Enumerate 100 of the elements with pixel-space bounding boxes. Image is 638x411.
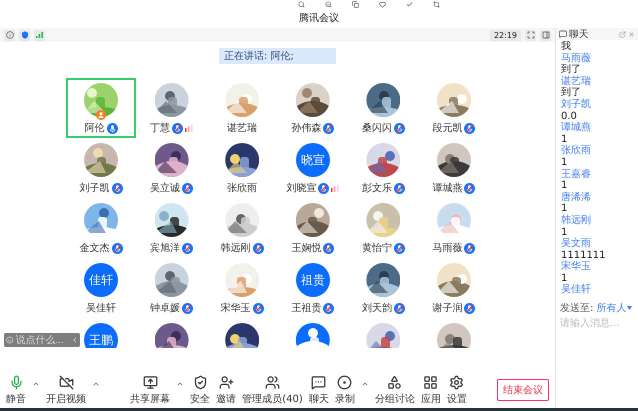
participant-tile[interactable]: 谢子润 <box>418 258 490 318</box>
participant-tile[interactable]: 宾旭洋 <box>136 198 207 258</box>
participant-name: 丁慧 <box>150 122 170 135</box>
shield-icon[interactable] <box>19 30 30 40</box>
participant-name: 刘天韵 <box>362 302 392 315</box>
participant-name: 孙伟森 <box>291 122 322 135</box>
caret-icon[interactable] <box>92 380 100 388</box>
participant-tile[interactable]: 谭城燕 <box>418 138 490 198</box>
heart-icon[interactable] <box>379 0 386 8</box>
participant-name: 刘子凯 <box>80 182 110 195</box>
participant-name: 谢子润 <box>432 302 462 315</box>
toolbar-button[interactable]: 管理成员(40) <box>242 374 303 406</box>
pop-out-icon[interactable] <box>619 30 626 38</box>
recipient-dropdown[interactable]: 所有人 <box>596 301 632 316</box>
toolbar-button[interactable]: 邀请 <box>216 374 236 406</box>
participant-name: 黄怡宁 <box>362 242 392 255</box>
toolbar-button[interactable]: 设置 <box>446 374 467 406</box>
crop-icon[interactable] <box>433 0 440 8</box>
participant-name: 金文杰 <box>80 242 110 255</box>
chat-message: 1 <box>561 134 568 145</box>
participant-tile[interactable]: 王娴悦 <box>278 198 348 258</box>
collapse-icon[interactable] <box>70 336 78 344</box>
avatar: 祖贵 <box>296 263 330 297</box>
caret-icon <box>627 306 632 310</box>
sender-name: 王嘉睿 <box>561 168 592 180</box>
participant-name: 刘晓宣 <box>286 182 316 195</box>
close-icon[interactable] <box>628 30 635 38</box>
chat-message: 1 <box>561 203 568 214</box>
signal-icon[interactable] <box>34 30 45 40</box>
chat-message: 0.0 <box>561 110 577 122</box>
participant-tile[interactable]: 马雨薇 <box>418 198 490 258</box>
toolbar-button[interactable]: 共享屏幕 <box>130 374 170 406</box>
participant-tile[interactable]: 佳轩 吴佳轩 <box>66 258 136 318</box>
participant-tile[interactable]: 丁慧 <box>136 78 207 138</box>
participant-name: 王娴悦 <box>291 242 322 255</box>
toolbar-button[interactable]: 分组讨论 <box>374 374 415 406</box>
sender-name: 马雨薇 <box>561 52 592 64</box>
end-meeting-button[interactable]: 结束会议 <box>497 379 549 401</box>
copy-icon[interactable] <box>352 0 359 8</box>
participant-tile[interactable]: 刘子凯 <box>66 138 136 198</box>
toolbar-button[interactable]: 安全 <box>190 374 210 406</box>
chat-message: 1 <box>561 180 568 192</box>
participant-name: 吴立诚 <box>150 182 180 195</box>
toolbar-button[interactable]: 开启视频 <box>46 374 86 406</box>
sender-name: 宋华玉 <box>561 261 592 273</box>
settings-icon <box>449 374 464 390</box>
window-title: 腾讯会议 <box>299 12 339 25</box>
participant-name: 宾旭洋 <box>150 242 180 255</box>
comment-field[interactable]: 说点什么... <box>4 333 80 347</box>
participant-tile[interactable]: 孙伟森 <box>278 78 348 138</box>
caret-icon[interactable] <box>32 380 40 388</box>
participant-tile[interactable]: 金文杰 <box>66 198 136 258</box>
add-person-icon <box>218 374 234 390</box>
toolbar-button[interactable]: 聊天 <box>308 374 329 406</box>
participant-name: 谌艺瑞 <box>227 122 258 135</box>
participant-tile[interactable]: 段元凯 <box>418 78 490 138</box>
sender-name: 谌艺瑞 <box>561 76 592 87</box>
toolbar-button[interactable]: 静音 <box>6 374 26 406</box>
caret-icon[interactable] <box>176 380 184 388</box>
participant-tile[interactable]: 韩远刚 <box>206 198 278 258</box>
participant-tile[interactable]: 黄怡宁 <box>348 198 419 258</box>
side-panel-icon[interactable] <box>540 30 551 40</box>
participant-tile[interactable]: 宋华玉 <box>206 258 278 318</box>
zoom-out-icon[interactable] <box>325 0 332 8</box>
participant-tile[interactable]: 祖贵 王祖贵 <box>278 258 348 318</box>
participant-name: 钟卓媛 <box>150 302 180 315</box>
chat-message: 我 <box>561 41 572 53</box>
chat-message: 1 <box>561 272 568 284</box>
participant-name: 彭文乐 <box>362 182 392 195</box>
participant-tile[interactable]: 刘天韵 <box>348 258 419 318</box>
chat-title: 聊天 <box>569 28 589 40</box>
participant-name: 段元凯 <box>432 122 462 135</box>
search-icon[interactable] <box>298 0 305 8</box>
participant-tile[interactable]: 吴立诚 <box>136 138 207 198</box>
participant-tile[interactable]: 桑闪闪 <box>348 78 419 138</box>
check-icon[interactable] <box>406 0 413 8</box>
chat-message: 1 <box>561 226 568 238</box>
participant-tile[interactable]: 彭文乐 <box>348 138 419 198</box>
toolbar-button[interactable]: 录制 <box>334 374 355 406</box>
participant-name: 吴佳轩 <box>86 302 116 315</box>
sender-name: 吴佳轩 <box>561 284 592 296</box>
sender-name: 韩远刚 <box>561 214 592 226</box>
info-icon[interactable] <box>4 30 15 40</box>
participant-tile[interactable]: 阿伦 <box>66 78 136 138</box>
chat-icon <box>559 30 567 38</box>
chat-message: 到了 <box>561 87 582 98</box>
meeting-time: 22:19 <box>490 30 521 40</box>
caret-icon[interactable] <box>360 380 369 388</box>
participant-name: 阿伦 <box>84 122 105 135</box>
participant-tile[interactable]: 张欣雨 <box>206 138 278 198</box>
avatar: 晓宣 <box>296 143 330 177</box>
participant-tile[interactable]: 钟卓媛 <box>136 258 207 318</box>
speaking-banner: 正在讲话: 阿伦; <box>219 48 336 64</box>
shapes-icon <box>387 374 402 390</box>
video-off-icon <box>58 374 74 390</box>
toolbar-button[interactable]: 应用 <box>420 374 441 406</box>
participant-tile[interactable]: 谌艺瑞 <box>206 78 278 138</box>
participant-tile[interactable]: 晓宣 刘晓宣 <box>278 138 348 198</box>
sender-name: 张欣雨 <box>561 145 592 157</box>
fullscreen-icon[interactable] <box>525 30 536 40</box>
